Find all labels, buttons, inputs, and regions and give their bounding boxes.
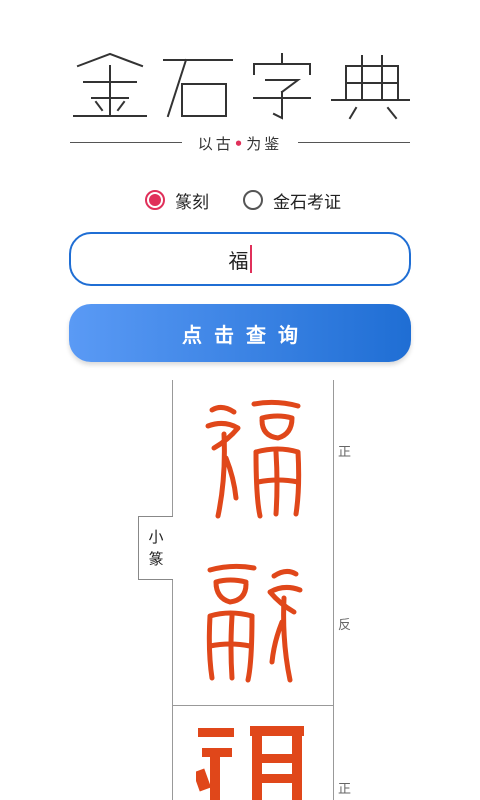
script-style-label-2: 篆 — [148, 550, 164, 568]
query-button[interactable]: 点击查询 — [69, 304, 411, 362]
grid-line — [172, 578, 173, 800]
grid-line — [333, 380, 334, 800]
grid-line — [172, 705, 334, 706]
grid-line — [172, 380, 173, 516]
radio-label-seal-carving: 篆刻 — [175, 192, 209, 213]
seal-glyph-bold[interactable] — [196, 726, 308, 800]
radio-epigraphy[interactable]: 金石考证 — [243, 185, 341, 215]
radio-label-epigraphy: 金石考证 — [273, 192, 341, 213]
script-style-label-1: 小 — [148, 528, 164, 546]
tagline: 以古•为鉴 — [70, 132, 410, 154]
orientation-label: 正 — [338, 782, 352, 797]
orientation-label: 正 — [338, 445, 352, 460]
seal-glyph-reverse[interactable] — [204, 562, 304, 686]
script-style-tag[interactable]: 小 篆 — [138, 516, 173, 580]
tagline-right: 为鉴 — [246, 135, 283, 153]
radio-seal-carving[interactable]: 篆刻 — [145, 185, 209, 215]
app-logo — [73, 52, 410, 120]
seal-glyph-front[interactable] — [204, 398, 304, 522]
search-mode-group: 篆刻 金石考证 — [0, 185, 480, 215]
tagline-dot: • — [233, 135, 247, 153]
radio-checked-icon — [145, 190, 165, 210]
radio-unchecked-icon — [243, 190, 263, 210]
orientation-label: 反 — [338, 618, 352, 633]
text-cursor — [249, 245, 252, 273]
search-input[interactable]: 福 — [69, 232, 411, 286]
tagline-left: 以古 — [197, 135, 234, 153]
results-panel: 小 篆 正 反 正 — [0, 380, 480, 800]
search-input-value: 福 — [228, 248, 249, 273]
